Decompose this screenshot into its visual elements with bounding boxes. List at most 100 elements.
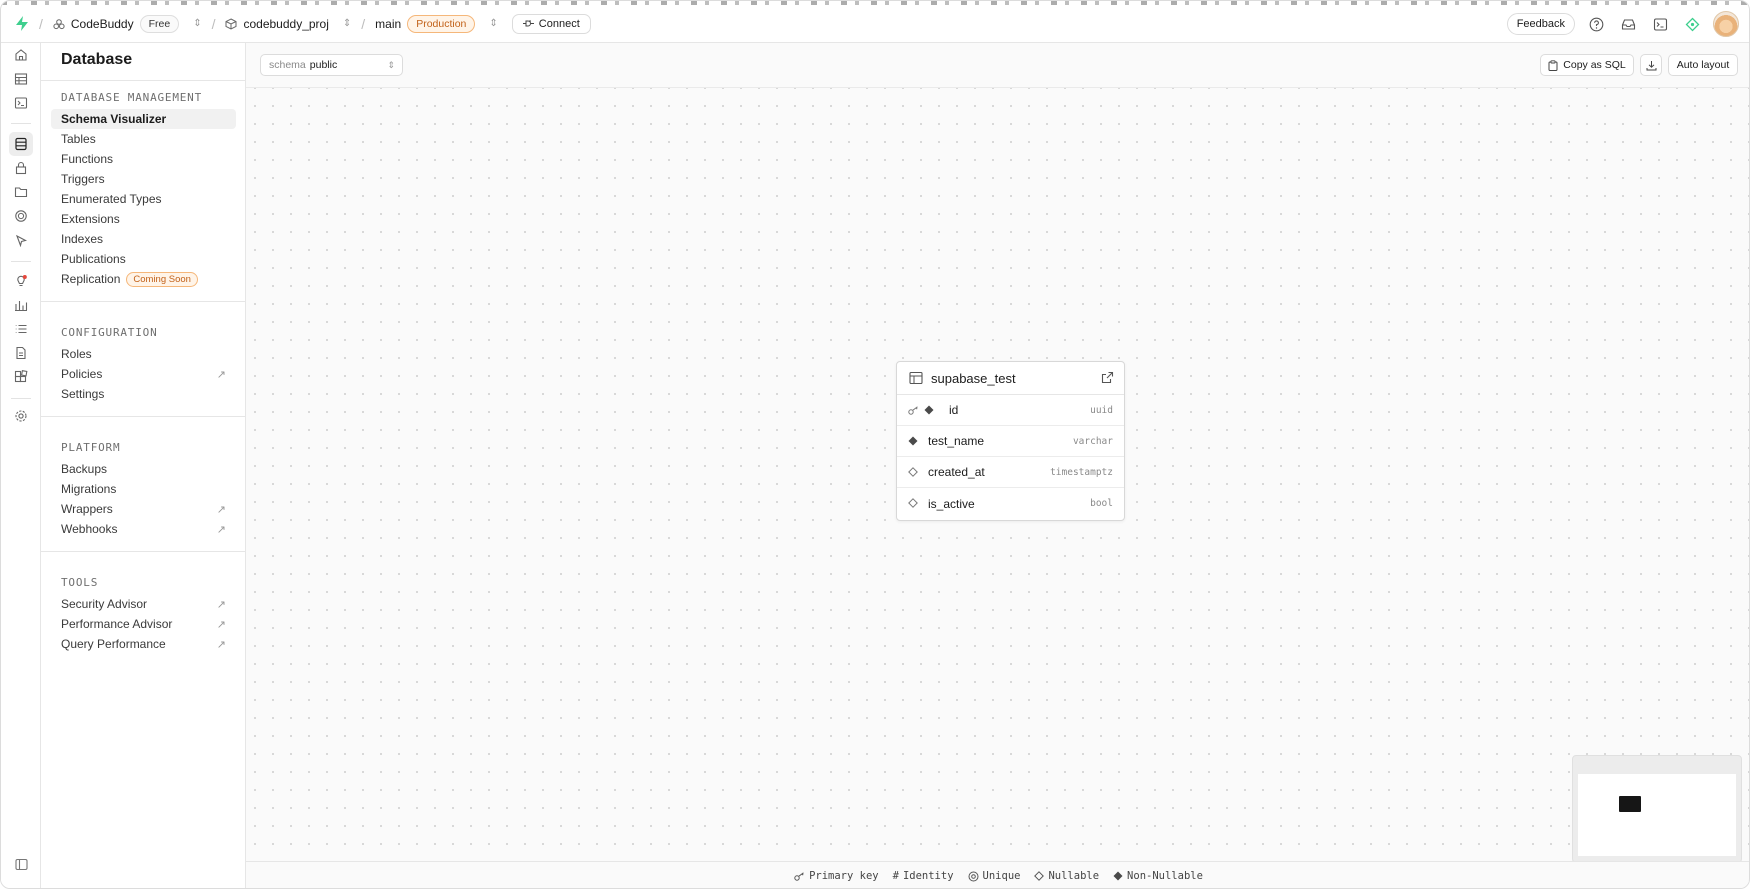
legend-label: Unique — [982, 870, 1021, 882]
auto-layout-button[interactable]: Auto layout — [1668, 54, 1738, 76]
column-row[interactable]: id uuid — [897, 395, 1124, 426]
table-node-header[interactable]: supabase_test — [897, 362, 1124, 395]
connect-button[interactable]: Connect — [511, 13, 591, 34]
column-type: varchar — [1072, 435, 1113, 447]
inbox-icon[interactable] — [1617, 13, 1639, 35]
settings-icon[interactable] — [9, 404, 33, 428]
hash-icon: # — [892, 870, 899, 882]
reports-icon[interactable] — [9, 293, 33, 317]
sidebar-item-label: Replication — [61, 272, 121, 286]
chevron-updown-icon: ⇕ — [387, 59, 395, 70]
breadcrumb-separator: / — [361, 15, 366, 32]
column-row[interactable]: created_at timestamptz — [897, 457, 1124, 488]
sidebar-title: Database — [61, 51, 133, 68]
sidebar-item-backups[interactable]: Backups — [51, 459, 236, 479]
api-docs-icon[interactable] — [9, 341, 33, 365]
branch-switcher[interactable]: main Production ⇕ — [375, 14, 498, 33]
sidebar-item-roles[interactable]: Roles — [51, 344, 236, 364]
section-tools: TOOLS — [61, 576, 99, 589]
external-link-icon: ↗ — [216, 598, 226, 611]
schema-canvas[interactable]: schema public ⇕ Copy as SQL Auto layout … — [246, 43, 1749, 888]
sidebar-toggle-icon[interactable] — [15, 858, 28, 874]
sidebar-item-query-performance[interactable]: Query Performance ↗ — [51, 634, 236, 654]
top-header: / CodeBuddy Free ⇕ / codebuddy_proj ⇕ / … — [1, 5, 1749, 43]
sidebar-item-label: Indexes — [61, 232, 104, 246]
sidebar-item-label: Schema Visualizer — [61, 112, 167, 126]
open-external-icon[interactable] — [1101, 371, 1114, 387]
sidebar-item-triggers[interactable]: Triggers — [51, 169, 236, 189]
integrations-icon[interactable] — [9, 365, 33, 389]
sidebar-item-schema-visualizer[interactable]: Schema Visualizer — [51, 109, 236, 129]
supabase-logo-icon[interactable] — [15, 16, 29, 31]
schema-select[interactable]: schema public ⇕ — [260, 54, 403, 76]
table-node[interactable]: supabase_test id uuid test_name varchar … — [896, 361, 1125, 521]
clipboard-icon — [1548, 59, 1558, 71]
table-editor-icon[interactable] — [9, 67, 33, 91]
non-nullable-icon — [908, 434, 918, 449]
non-nullable-icon — [924, 403, 934, 418]
assistant-icon[interactable] — [1681, 13, 1703, 35]
table-icon — [909, 371, 923, 385]
legend-label: Identity — [902, 870, 954, 882]
breadcrumb-separator: / — [39, 15, 43, 32]
sidebar-item-label: Extensions — [61, 212, 120, 226]
user-avatar[interactable] — [1713, 11, 1739, 37]
sidebar-item-migrations[interactable]: Migrations — [51, 479, 236, 499]
realtime-icon[interactable] — [9, 228, 33, 252]
home-icon[interactable] — [9, 43, 33, 67]
sidebar-item-label: Performance Advisor — [61, 617, 173, 631]
environment-badge: Production — [407, 14, 476, 33]
terminal-icon[interactable] — [1649, 13, 1671, 35]
table-name: supabase_test — [931, 370, 1016, 386]
section-configuration: CONFIGURATION — [61, 326, 158, 339]
sidebar-divider — [41, 80, 246, 81]
database-icon[interactable] — [9, 132, 33, 156]
column-name: is_active — [928, 496, 975, 511]
sidebar-item-policies[interactable]: Policies ↗ — [51, 364, 236, 384]
storage-icon[interactable] — [9, 180, 33, 204]
help-icon[interactable] — [1585, 13, 1607, 35]
sidebar-item-label: Policies — [61, 367, 103, 381]
column-row[interactable]: test_name varchar — [897, 426, 1124, 457]
org-switcher[interactable]: CodeBuddy Free ⇕ — [53, 14, 202, 33]
legend-label: Nullable — [1048, 870, 1100, 882]
sidebar-item-label: Migrations — [61, 482, 117, 496]
logs-icon[interactable] — [9, 317, 33, 341]
feedback-button[interactable]: Feedback — [1506, 13, 1575, 35]
legend-nullable: Nullable — [1034, 870, 1099, 882]
download-button[interactable] — [1640, 54, 1662, 76]
sidebar-item-functions[interactable]: Functions — [51, 149, 236, 169]
sidebar-item-wrappers[interactable]: Wrappers ↗ — [51, 499, 236, 519]
sidebar-item-indexes[interactable]: Indexes — [51, 229, 236, 249]
rail-separator — [11, 123, 31, 124]
legend-primary-key: Primary key — [794, 870, 879, 882]
legend-label: Non-Nullable — [1127, 870, 1203, 882]
sidebar-item-label: Publications — [61, 252, 126, 266]
chevron-updown-icon[interactable]: ⇕ — [489, 18, 497, 29]
sidebar-item-label: Triggers — [61, 172, 105, 186]
auth-icon[interactable] — [9, 156, 33, 180]
sql-editor-icon[interactable] — [9, 91, 33, 115]
nullable-icon — [1034, 871, 1045, 881]
sidebar-item-replication[interactable]: Replication Coming Soon — [51, 269, 236, 289]
sidebar-item-enumerated-types[interactable]: Enumerated Types — [51, 189, 236, 209]
column-row[interactable]: is_active bool — [897, 488, 1124, 519]
chevron-updown-icon[interactable]: ⇕ — [193, 18, 201, 29]
coming-soon-badge: Coming Soon — [126, 271, 198, 287]
chevron-updown-icon[interactable]: ⇕ — [343, 18, 351, 29]
project-switcher[interactable]: codebuddy_proj ⇕ — [225, 17, 351, 31]
sidebar-item-settings[interactable]: Settings — [51, 384, 236, 404]
sidebar-item-webhooks[interactable]: Webhooks ↗ — [51, 519, 236, 539]
sidebar-item-security-advisor[interactable]: Security Advisor ↗ — [51, 594, 236, 614]
sidebar-item-tables[interactable]: Tables — [51, 129, 236, 149]
sidebar-item-publications[interactable]: Publications — [51, 249, 236, 269]
copy-as-sql-button[interactable]: Copy as SQL — [1540, 54, 1634, 76]
org-name: CodeBuddy — [70, 16, 134, 31]
sidebar-item-performance-advisor[interactable]: Performance Advisor ↗ — [51, 614, 236, 634]
legend-non-nullable: Non-Nullable — [1113, 870, 1203, 882]
column-name: created_at — [928, 465, 985, 479]
advisors-icon[interactable] — [9, 269, 33, 293]
edge-functions-icon[interactable] — [9, 204, 33, 228]
minimap[interactable] — [1572, 755, 1742, 863]
sidebar-item-extensions[interactable]: Extensions — [51, 209, 236, 229]
